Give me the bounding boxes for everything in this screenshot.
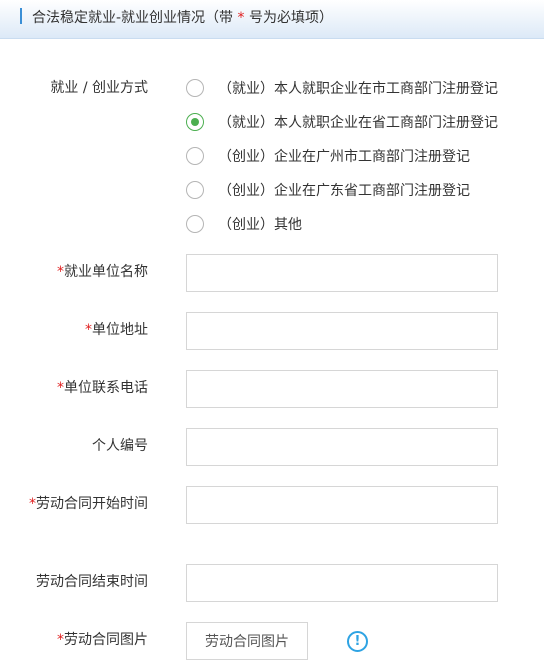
field-label-text: 单位地址 (92, 322, 148, 338)
info-icon[interactable]: ! (347, 631, 368, 652)
radio-button[interactable] (186, 147, 204, 165)
section-title: 合法稳定就业-就业创业情况（带 * 号为必填项） (32, 7, 333, 27)
employer-name-input[interactable] (186, 254, 498, 292)
required-star: * (57, 380, 64, 396)
radio-option-startup-guangdong[interactable]: （创业）企业在广东省工商部门注册登记 (186, 178, 470, 202)
section-title-suffix: 号为必填项） (248, 10, 333, 26)
radio-label: （就业）本人就职企业在市工商部门注册登记 (218, 81, 498, 97)
section-title-prefix: 合法稳定就业-就业创业情况（带 (32, 10, 234, 26)
employment-type-label: 就业 / 创业方式 (50, 80, 148, 96)
field-label-text: 劳动合同图片 (64, 632, 148, 648)
radio-option-employment-province[interactable]: （就业）本人就职企业在省工商部门注册登记 (186, 110, 498, 134)
required-star: * (57, 632, 64, 648)
employer-address-label: *单位地址 (85, 320, 148, 340)
contract-start-label: *劳动合同开始时间 (18, 494, 148, 514)
radio-label: （创业）企业在广州市工商部门注册登记 (218, 149, 470, 165)
employer-address-input[interactable] (186, 312, 498, 350)
header-accent-bar (20, 8, 22, 24)
radio-button[interactable] (186, 79, 204, 97)
section-header: 合法稳定就业-就业创业情况（带 * 号为必填项） (0, 0, 544, 39)
field-label-text: 个人编号 (92, 438, 148, 454)
employer-phone-input[interactable] (186, 370, 498, 408)
required-star: * (237, 10, 245, 26)
contract-end-input[interactable] (186, 564, 498, 602)
radio-option-employment-city[interactable]: （就业）本人就职企业在市工商部门注册登记 (186, 76, 498, 100)
required-star: * (29, 496, 36, 512)
field-label-text: 劳动合同开始时间 (36, 496, 148, 512)
personal-number-input[interactable] (186, 428, 498, 466)
contract-image-label: *劳动合同图片 (57, 630, 148, 650)
personal-number-label: 个人编号 (92, 436, 148, 456)
radio-option-startup-guangzhou[interactable]: （创业）企业在广州市工商部门注册登记 (186, 144, 470, 168)
radio-button[interactable] (186, 215, 204, 233)
radio-label: （创业）企业在广东省工商部门注册登记 (218, 183, 470, 199)
radio-option-startup-other[interactable]: （创业）其他 (186, 212, 302, 236)
radio-button[interactable] (186, 181, 204, 199)
field-label-text: 就业单位名称 (64, 264, 148, 280)
field-label-text: 单位联系电话 (64, 380, 148, 396)
contract-start-input[interactable] (186, 486, 498, 524)
contract-image-upload-button[interactable]: 劳动合同图片 (186, 622, 308, 660)
field-label-text: 劳动合同结束时间 (36, 574, 148, 590)
employer-name-label: *就业单位名称 (57, 262, 148, 282)
employer-phone-label: *单位联系电话 (57, 378, 148, 398)
radio-label: （就业）本人就职企业在省工商部门注册登记 (218, 115, 498, 131)
required-star: * (85, 322, 92, 338)
radio-button-checked[interactable] (186, 113, 204, 131)
contract-end-label: 劳动合同结束时间 (36, 572, 148, 592)
required-star: * (57, 264, 64, 280)
radio-label: （创业）其他 (218, 217, 302, 233)
